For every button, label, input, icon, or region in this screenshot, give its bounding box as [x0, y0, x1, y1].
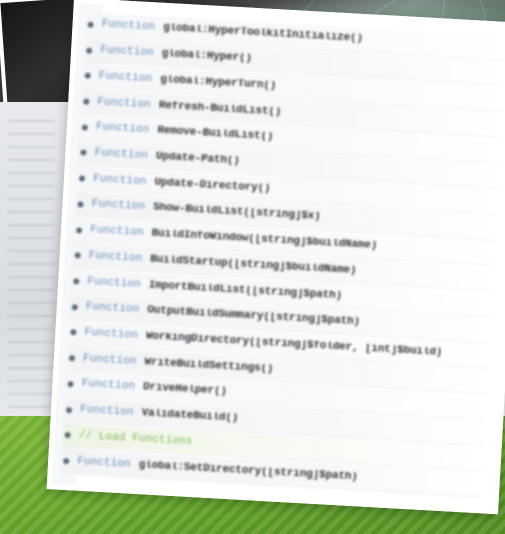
code-keyword: Function — [99, 44, 155, 60]
function-marker-icon — [67, 380, 74, 388]
function-marker-icon — [70, 329, 77, 336]
code-text: BuildInfoWindow([string]$buildName) — [151, 228, 378, 253]
function-marker-icon — [77, 201, 84, 208]
code-keyword: Function — [86, 275, 142, 291]
code-editor-card: Function global:HyperToolkitInitialize()… — [46, 0, 505, 515]
code-keyword: Function — [82, 352, 137, 368]
function-marker-icon — [83, 98, 90, 105]
code-keyword: Function — [98, 70, 153, 86]
code-text: ImportBuildList([string]$path) — [148, 279, 343, 302]
function-marker-icon — [86, 47, 93, 54]
function-marker-icon — [74, 252, 81, 259]
code-keyword: Function — [84, 326, 139, 342]
function-marker-icon — [73, 278, 80, 285]
function-marker-icon — [71, 303, 78, 311]
code-text: Update-Directory() — [154, 177, 271, 195]
function-marker-icon — [87, 21, 94, 28]
function-marker-icon — [65, 406, 73, 413]
code-keyword: Function — [91, 198, 146, 214]
code-text: global:HyperToolkitInitialize() — [162, 23, 364, 46]
code-text: ValidateBuild() — [141, 408, 239, 425]
function-marker-icon — [81, 124, 89, 131]
function-marker-icon — [68, 355, 76, 362]
code-text: global:Hyper() — [161, 48, 253, 65]
code-text: Remove-BuildList() — [157, 125, 274, 144]
function-marker-icon — [63, 457, 70, 465]
code-text: DriveHelper() — [142, 382, 228, 399]
code-text: OutputBuildSummary([string]$path) — [147, 305, 361, 329]
code-text: Refresh-BuildList() — [158, 100, 282, 119]
code-keyword: Function — [101, 18, 156, 34]
function-marker-icon — [84, 72, 91, 80]
code-keyword: Function — [94, 147, 149, 163]
code-text: global:HyperTurn() — [159, 74, 277, 92]
code-keyword: Function — [76, 455, 132, 471]
code-keyword: Function — [85, 301, 140, 317]
code-keyword: Function — [89, 224, 144, 240]
function-marker-icon — [80, 149, 87, 157]
comment-marker-icon — [64, 432, 71, 439]
code-keyword: // Load Functions — [78, 429, 193, 448]
function-marker-icon — [75, 226, 83, 234]
code-keyword: Function — [92, 172, 147, 188]
tilted-code-screenshot: Function global:HyperToolkitInitialize()… — [0, 0, 505, 534]
code-keyword: Function — [88, 249, 143, 265]
code-line-list: Function global:HyperToolkitInitialize()… — [60, 12, 505, 498]
code-text: WriteBuildSettings() — [144, 356, 274, 376]
code-text: Update-Path() — [155, 151, 240, 168]
code-keyword: Function — [95, 121, 150, 137]
code-text: BuildStartup([string]$buildName) — [149, 254, 357, 277]
code-keyword: Function — [96, 95, 152, 111]
code-text: Show-BuildList([string]$x) — [152, 202, 321, 224]
code-keyword: Function — [81, 378, 136, 394]
function-marker-icon — [78, 175, 86, 182]
code-text: global:SetDirectory([string]$path) — [138, 459, 359, 483]
code-keyword: Function — [79, 403, 134, 419]
